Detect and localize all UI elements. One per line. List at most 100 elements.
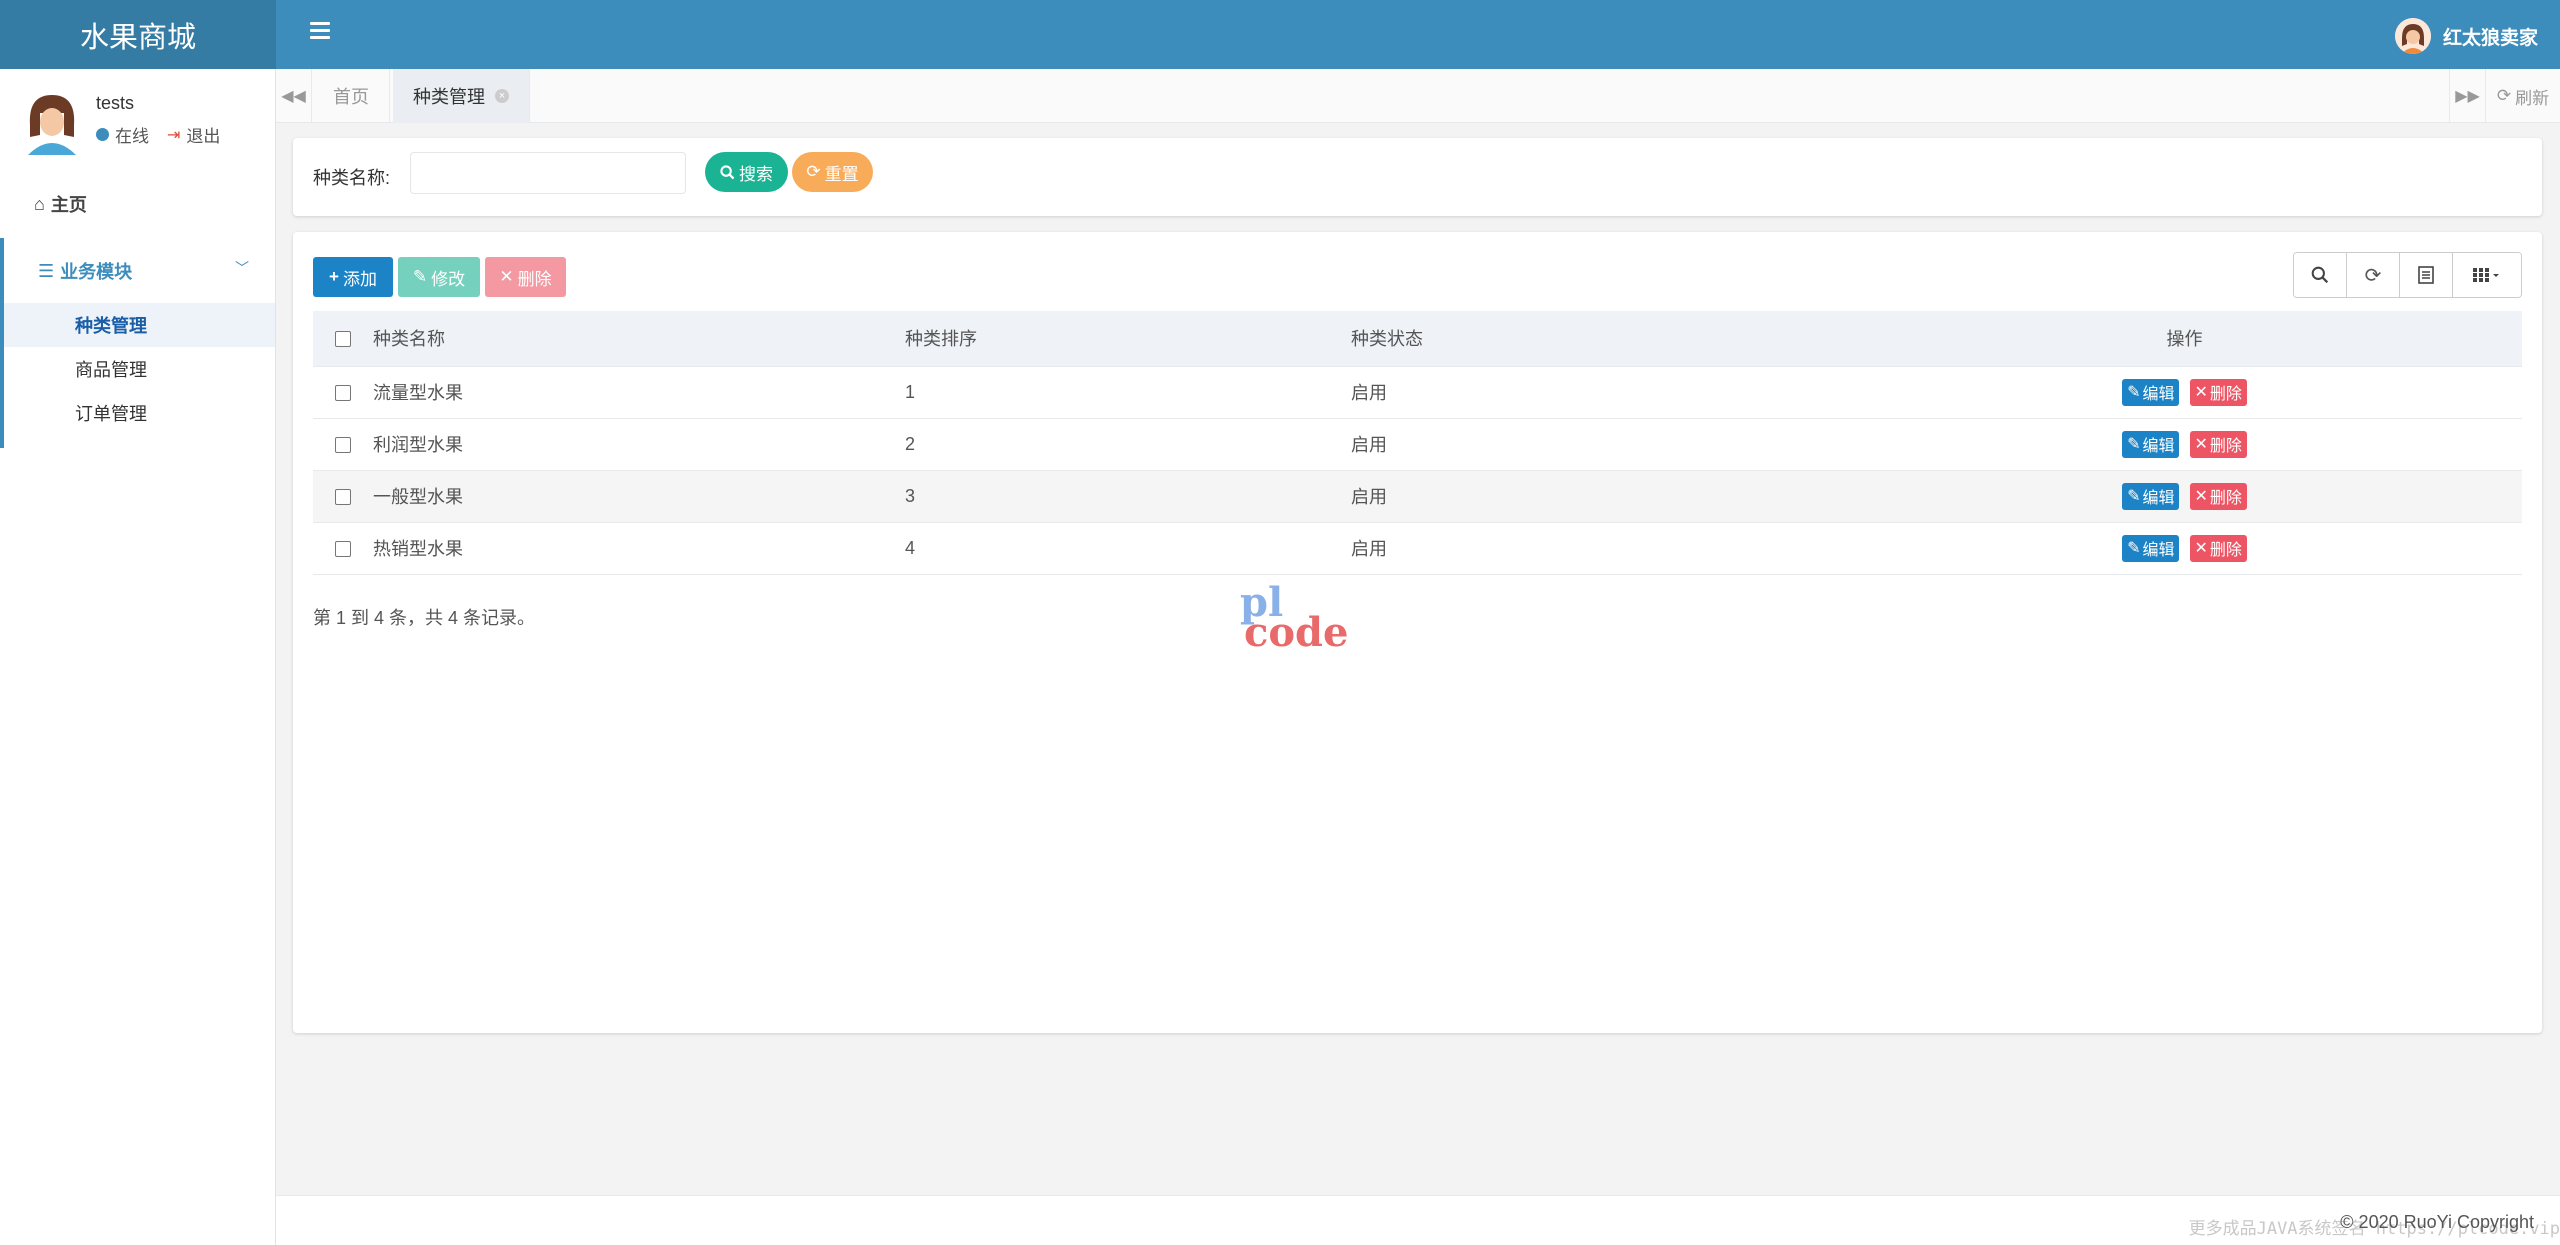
table-row[interactable]: 利润型水果 2 启用 ✎ 编辑 ✕ 删除: [313, 418, 2522, 471]
cell-status: 启用: [1351, 522, 1847, 575]
cell-sort: 4: [905, 522, 1351, 575]
cell-sort: 2: [905, 418, 1351, 471]
logout-icon[interactable]: ⇥: [167, 125, 180, 145]
row-edit-button[interactable]: ✎ 编辑: [2122, 534, 2180, 562]
row-delete-button[interactable]: ✕ 删除: [2189, 378, 2247, 406]
home-icon: ⌂: [34, 193, 45, 214]
row-checkbox[interactable]: [335, 436, 351, 453]
toggle-view-button[interactable]: [2400, 253, 2453, 297]
row-select-cell: [313, 366, 373, 419]
online-dot-icon: [96, 128, 109, 141]
columns-icon: [2473, 268, 2499, 282]
sidebar-item-goods[interactable]: 商品管理: [4, 347, 275, 391]
avatar: [2394, 18, 2431, 54]
sidebar-group-business: ☰ 业务模块 ﹀ 种类管理 商品管理 订单管理: [0, 238, 275, 448]
select-all-checkbox[interactable]: [335, 331, 351, 347]
sidebar-item-orders[interactable]: 订单管理: [4, 391, 275, 435]
tab-label: 首页: [333, 87, 369, 107]
tab-scroll-left-icon[interactable]: ◀◀: [276, 69, 312, 123]
tab-bar: ◀◀ 首页 种类管理 × ▶▶ ⟳ 刷新: [276, 69, 2560, 123]
cell-name: 热销型水果: [373, 522, 905, 575]
times-icon: ✕: [2194, 436, 2208, 453]
refresh-label: 刷新: [2515, 88, 2550, 108]
sidebar-group-title: 业务模块: [60, 262, 133, 282]
table-tools: ⟳: [2293, 252, 2522, 298]
row-edit-label: 编辑: [2142, 386, 2175, 403]
columns-dropdown-button[interactable]: [2453, 253, 2521, 297]
watermark-line2: code: [1244, 609, 1349, 656]
reset-button-label: 重置: [824, 164, 859, 184]
list-alt-icon: [2418, 266, 2434, 284]
pagination-info: 第 1 到 4 条，共 4 条记录。: [313, 608, 536, 628]
sidebar-item-home[interactable]: ⌂ 主页: [34, 191, 87, 217]
sidebar-item-label: 种类管理: [75, 316, 147, 336]
top-navbar: 红太狼卖家: [276, 0, 2560, 69]
delete-button[interactable]: ✕ 删除: [485, 257, 566, 297]
column-header[interactable]: 种类排序: [905, 311, 1351, 367]
tab-scroll-right-icon[interactable]: ▶▶: [2449, 69, 2485, 123]
close-icon[interactable]: ×: [495, 89, 509, 103]
tab-category[interactable]: 种类管理 ×: [393, 69, 530, 123]
sidebar-item-category[interactable]: 种类管理: [4, 303, 275, 347]
chevron-down-icon[interactable]: ﹀: [235, 258, 249, 278]
column-header[interactable]: 种类名称: [373, 311, 905, 367]
sidebar-group-toggle[interactable]: ☰ 业务模块: [38, 258, 132, 284]
refresh-icon: ⟳: [2496, 86, 2512, 105]
row-edit-button[interactable]: ✎ 编辑: [2122, 482, 2180, 510]
row-delete-button[interactable]: ✕ 删除: [2189, 430, 2247, 458]
header-user-name: 红太狼卖家: [2442, 27, 2538, 49]
table-row[interactable]: 流量型水果 1 启用 ✎ 编辑 ✕ 删除: [313, 366, 2522, 419]
row-edit-button[interactable]: ✎ 编辑: [2122, 378, 2180, 406]
edit-button-label: 修改: [431, 269, 466, 289]
search-button[interactable]: 搜索: [705, 152, 788, 192]
column-header: 操作: [1847, 311, 2522, 367]
edit-icon: ✎: [2127, 436, 2141, 453]
row-edit-label: 编辑: [2142, 542, 2175, 559]
user-status: 在线 ⇥ 退出: [96, 122, 220, 147]
cell-actions: ✎ 编辑 ✕ 删除: [1847, 418, 2522, 471]
tab-home[interactable]: 首页: [313, 69, 390, 123]
row-delete-label: 删除: [2209, 542, 2242, 559]
delete-button-label: 删除: [517, 269, 552, 289]
edit-button[interactable]: ✎ 修改: [398, 257, 480, 297]
app-logo-title: 水果商城: [0, 0, 276, 69]
row-delete-button[interactable]: ✕ 删除: [2189, 534, 2247, 562]
table-header-row: 种类名称 种类排序 种类状态 操作: [313, 311, 2522, 367]
search-icon: [2311, 266, 2329, 284]
cell-status: 启用: [1351, 366, 1847, 419]
row-edit-button[interactable]: ✎ 编辑: [2122, 430, 2180, 458]
cell-status: 启用: [1351, 418, 1847, 471]
add-button[interactable]: + 添加: [313, 257, 393, 297]
cell-actions: ✎ 编辑 ✕ 删除: [1847, 522, 2522, 575]
tab-label: 种类管理: [413, 87, 485, 107]
times-icon: ✕: [2194, 488, 2208, 505]
footer: 更多成品JAVA系统签名 https://plcode.vip © 2020 R…: [276, 1195, 2560, 1245]
bars-icon[interactable]: [310, 22, 330, 39]
refresh-tab-button[interactable]: ⟳ 刷新: [2485, 69, 2560, 123]
table-panel: + 添加 ✎ 修改 ✕ 删除 ⟳ 种类名称 种类排序 种类状态 操作 流量型水果…: [293, 232, 2542, 1033]
cell-sort: 1: [905, 366, 1351, 419]
row-delete-label: 删除: [2209, 386, 2242, 403]
row-checkbox[interactable]: [335, 488, 351, 505]
select-all-cell: [313, 311, 373, 367]
list-icon: ☰: [38, 260, 55, 281]
refresh-icon: ⟳: [2364, 264, 2382, 287]
row-delete-label: 删除: [2209, 438, 2242, 455]
refresh-table-button[interactable]: ⟳: [2347, 253, 2400, 297]
table-row[interactable]: 热销型水果 4 启用 ✎ 编辑 ✕ 删除: [313, 522, 2522, 575]
table-row[interactable]: 一般型水果 3 启用 ✎ 编辑 ✕ 删除: [313, 470, 2522, 523]
column-header[interactable]: 种类状态: [1351, 311, 1847, 367]
reset-button[interactable]: ⟳ 重置: [792, 152, 873, 192]
row-delete-button[interactable]: ✕ 删除: [2189, 482, 2247, 510]
row-checkbox[interactable]: [335, 384, 351, 401]
logout-link[interactable]: 退出: [186, 122, 220, 147]
user-menu[interactable]: 红太狼卖家: [2394, 18, 2538, 54]
cell-status: 启用: [1351, 470, 1847, 523]
sidebar-item-label: 商品管理: [75, 360, 147, 380]
toggle-search-button[interactable]: [2294, 253, 2347, 297]
search-label: 种类名称:: [313, 168, 391, 188]
add-button-label: 添加: [342, 269, 377, 289]
row-checkbox[interactable]: [335, 540, 351, 557]
category-table: 种类名称 种类排序 种类状态 操作 流量型水果 1 启用 ✎ 编辑 ✕ 删除 利润型…: [313, 311, 2522, 575]
category-name-input[interactable]: [410, 152, 686, 194]
